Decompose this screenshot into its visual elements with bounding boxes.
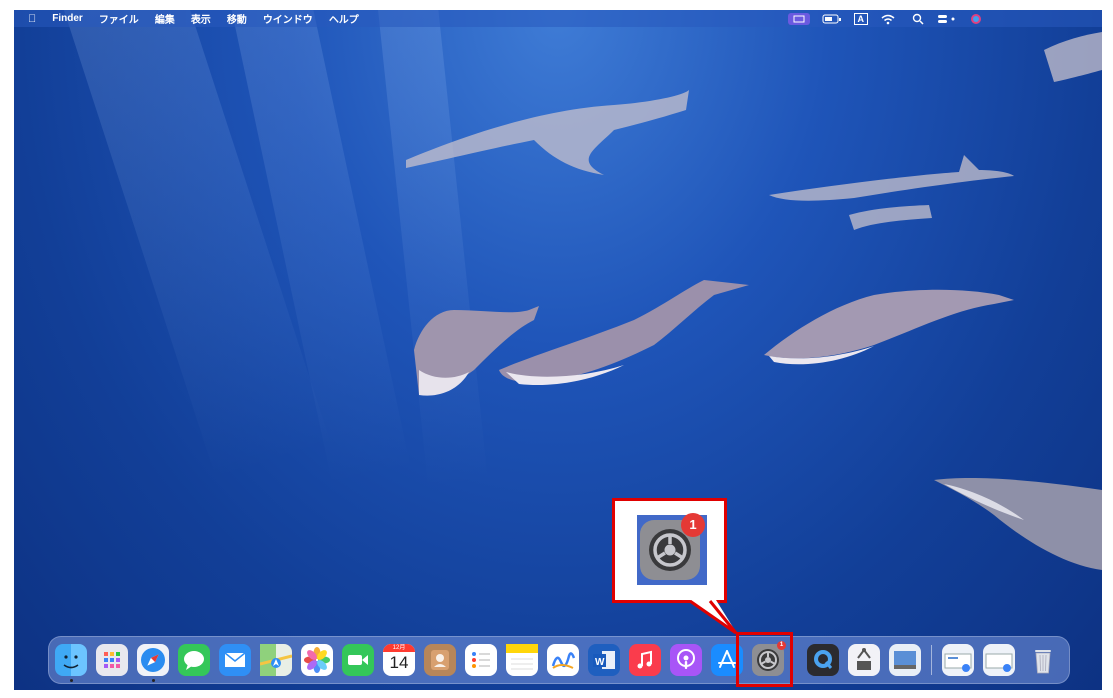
freeform-icon[interactable] xyxy=(547,644,579,676)
menu-go[interactable]: 移動 xyxy=(227,11,247,26)
migration-assistant-icon[interactable] xyxy=(848,644,880,676)
battery-icon[interactable] xyxy=(822,13,842,25)
siri-icon[interactable] xyxy=(970,13,982,25)
dock: 12月 14 W 1 xyxy=(48,636,1070,684)
menu-view[interactable]: 表示 xyxy=(191,11,211,26)
calendar-month-label: 12月 xyxy=(383,644,415,652)
running-indicator xyxy=(70,679,73,682)
trash-icon[interactable] xyxy=(1027,644,1059,676)
finder-icon[interactable] xyxy=(55,644,87,676)
contacts-icon[interactable] xyxy=(424,644,456,676)
apple-menu-icon[interactable]:  xyxy=(28,13,36,25)
dock-separator xyxy=(931,645,932,675)
mail-icon[interactable] xyxy=(219,644,251,676)
calendar-day-label: 14 xyxy=(389,653,409,672)
documents-stack-icon[interactable] xyxy=(983,644,1015,676)
desktop-screen:  Finder ファイル 編集 表示 移動 ウインドウ ヘルプ A xyxy=(14,10,1102,690)
messages-icon[interactable] xyxy=(178,644,210,676)
music-icon[interactable] xyxy=(629,644,661,676)
menu-finder[interactable]: Finder xyxy=(52,13,83,24)
callout-background: 1 xyxy=(637,513,707,585)
dock-settings-highlight-box xyxy=(736,632,793,687)
menu-edit[interactable]: 編集 xyxy=(155,11,175,26)
reminders-icon[interactable] xyxy=(465,644,497,676)
preview-icon[interactable] xyxy=(889,644,921,676)
wifi-icon[interactable] xyxy=(880,13,900,25)
maps-icon[interactable] xyxy=(259,644,293,676)
screen-share-icon[interactable] xyxy=(787,12,810,25)
safari-icon[interactable] xyxy=(137,644,169,676)
control-center-icon[interactable] xyxy=(936,13,958,25)
downloads-stack-icon[interactable] xyxy=(942,644,974,676)
svg-text:W: W xyxy=(595,657,605,668)
calendar-icon[interactable]: 12月 14 xyxy=(383,644,415,676)
photos-icon[interactable] xyxy=(301,644,333,676)
menu-file[interactable]: ファイル xyxy=(99,11,139,26)
facetime-icon[interactable] xyxy=(342,644,374,676)
callout-notification-badge: 1 xyxy=(681,513,705,537)
status-bar: A xyxy=(787,10,983,27)
running-indicator xyxy=(152,679,155,682)
wallpaper-dolphins xyxy=(406,32,1102,570)
menu-bar:  Finder ファイル 編集 表示 移動 ウインドウ ヘルプ A xyxy=(14,10,1102,27)
menu-window[interactable]: ウインドウ xyxy=(263,11,313,26)
input-source-icon[interactable]: A xyxy=(853,12,868,25)
menu-help[interactable]: ヘルプ xyxy=(329,11,359,26)
notes-icon[interactable] xyxy=(506,644,538,676)
quicktime-player-icon[interactable] xyxy=(807,644,839,676)
spotlight-search-icon[interactable] xyxy=(912,13,924,25)
callout-pointer xyxy=(690,600,738,635)
launchpad-icon[interactable] xyxy=(96,644,128,676)
podcasts-icon[interactable] xyxy=(670,644,702,676)
microsoft-word-icon[interactable]: W xyxy=(588,644,620,676)
zoom-callout: 1 xyxy=(612,498,727,603)
